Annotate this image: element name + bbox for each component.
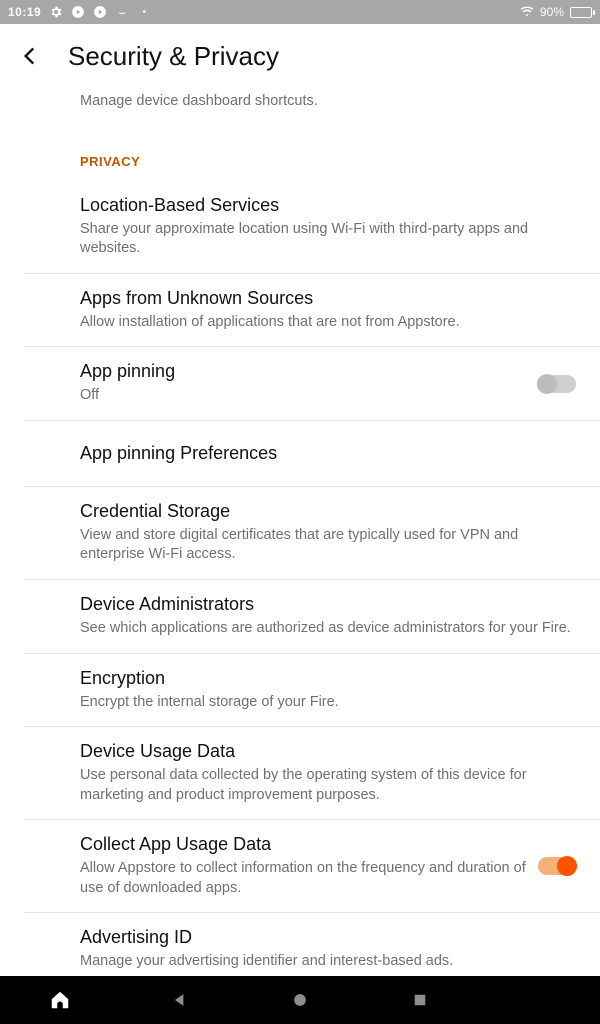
row-credential-storage[interactable]: Credential Storage View and store digita… [24,486,600,579]
row-app-pinning[interactable]: App pinning Off [24,346,600,420]
collect-app-usage-toggle[interactable] [538,857,576,875]
row-encryption[interactable]: Encryption Encrypt the internal storage … [24,653,600,727]
system-nav-bar [0,976,600,1024]
app-pinning-toggle[interactable] [538,375,576,393]
row-collect-app-usage[interactable]: Collect App Usage Data Allow Appstore to… [24,819,600,912]
section-privacy-header: PRIVACY [24,128,600,181]
home-icon [49,989,71,1011]
gear-icon [49,5,63,19]
settings-list[interactable]: Manage device dashboard shortcuts. PRIVA… [0,88,600,976]
status-left: 10:19 ⌣ • [8,5,151,19]
play-circle-icon [71,5,85,19]
row-subtitle: Allow installation of applications that … [80,313,580,333]
row-title: Encryption [80,668,580,689]
app-header: Security & Privacy [0,24,600,88]
row-title: Device Usage Data [80,741,580,762]
row-subtitle: Encrypt the internal storage of your Fir… [80,693,580,713]
nav-recent-button[interactable] [390,976,450,1024]
square-icon [411,991,429,1009]
row-subtitle: Share your approximate location using Wi… [80,220,580,259]
row-app-pinning-prefs[interactable]: App pinning Preferences [24,420,600,486]
row-title: Apps from Unknown Sources [80,288,580,309]
row-location-services[interactable]: Location-Based Services Share your appro… [0,181,600,273]
row-device-admins[interactable]: Device Administrators See which applicat… [24,579,600,653]
status-right: 90% [520,5,592,19]
row-subtitle: Manage your advertising identifier and i… [80,952,580,972]
status-bar: 10:19 ⌣ • 90% [0,0,600,24]
nav-back-button[interactable] [150,976,210,1024]
row-title: App pinning Preferences [80,443,580,464]
row-unknown-sources[interactable]: Apps from Unknown Sources Allow installa… [24,273,600,347]
play-circle-icon [93,5,107,19]
triangle-back-icon [170,990,190,1010]
row-title: Collect App Usage Data [80,834,526,855]
row-advertising-id[interactable]: Advertising ID Manage your advertising i… [24,912,600,976]
row-subtitle: Off [80,386,526,406]
row-dashboard-shortcut-partial[interactable]: Manage device dashboard shortcuts. [0,92,600,128]
row-subtitle: Use personal data collected by the opera… [80,766,580,805]
nav-home-circle-button[interactable] [270,976,330,1024]
row-title: Device Administrators [80,594,580,615]
row-subtitle: See which applications are authorized as… [80,619,580,639]
wifi-icon [520,5,534,19]
row-title: App pinning [80,361,526,382]
page-title: Security & Privacy [68,41,279,72]
row-title: Credential Storage [80,501,580,522]
row-subtitle: Manage device dashboard shortcuts. [80,92,580,112]
smile-icon: ⌣ [115,5,129,19]
row-subtitle: View and store digital certificates that… [80,526,580,565]
battery-icon [570,7,592,18]
chevron-left-icon [17,43,43,69]
row-title: Advertising ID [80,927,580,948]
battery-percent: 90% [540,5,564,19]
row-subtitle: Allow Appstore to collect information on… [80,859,526,898]
circle-icon [290,990,310,1010]
row-title: Location-Based Services [80,195,580,216]
nav-home-button[interactable] [30,976,90,1024]
status-clock: 10:19 [8,5,41,19]
row-device-usage-data[interactable]: Device Usage Data Use personal data coll… [24,726,600,819]
back-button[interactable] [10,36,50,76]
dot-icon: • [137,5,151,19]
